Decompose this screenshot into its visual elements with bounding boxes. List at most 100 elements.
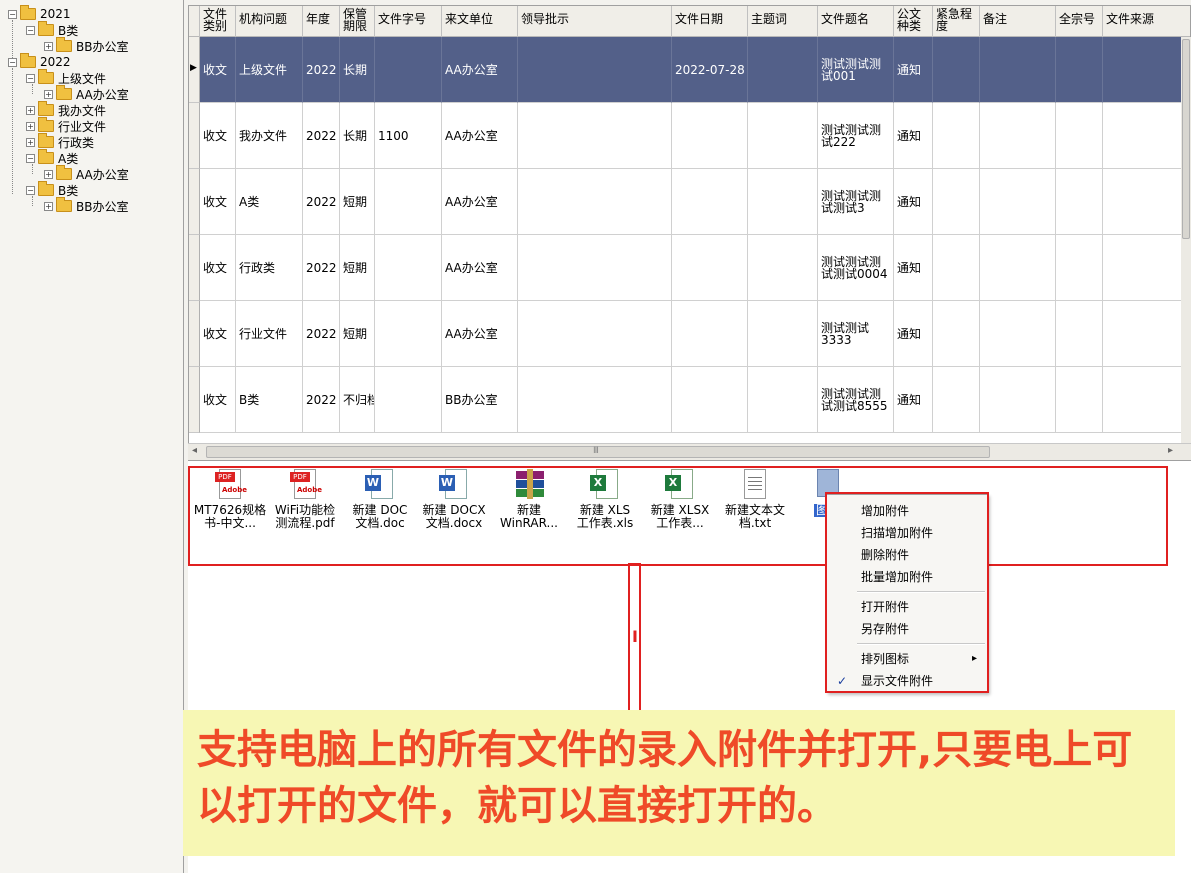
tree-node-2022-industry[interactable]: + 行业文件 bbox=[26, 117, 106, 134]
table-cell[interactable]: 2022 bbox=[303, 367, 340, 433]
table-cell[interactable] bbox=[672, 235, 748, 301]
table-cell[interactable] bbox=[1103, 235, 1190, 301]
table-cell[interactable] bbox=[518, 301, 672, 367]
column-header[interactable]: 机构问题 bbox=[236, 6, 303, 37]
tree-node-2022-a[interactable]: − A类 bbox=[26, 149, 78, 166]
tree-node-2022-b[interactable]: − B类 bbox=[26, 181, 78, 198]
row-selector[interactable] bbox=[189, 169, 200, 235]
table-cell[interactable]: 短期 bbox=[340, 235, 375, 301]
table-cell[interactable]: 1100 bbox=[375, 103, 442, 169]
table-cell[interactable]: AA办公室 bbox=[442, 37, 518, 103]
table-cell[interactable] bbox=[1056, 37, 1103, 103]
table-cell[interactable] bbox=[980, 37, 1056, 103]
table-cell[interactable]: 2022 bbox=[303, 169, 340, 235]
collapse-toggle-icon[interactable]: − bbox=[26, 25, 35, 35]
expand-toggle-icon[interactable]: + bbox=[44, 169, 53, 179]
table-cell[interactable] bbox=[375, 301, 442, 367]
table-cell[interactable]: 长期 bbox=[340, 37, 375, 103]
tree-node-2022-superior[interactable]: − 上级文件 bbox=[26, 69, 106, 86]
collapse-toggle-icon[interactable]: − bbox=[26, 185, 35, 195]
table-cell[interactable]: 2022 bbox=[303, 37, 340, 103]
scroll-right-icon[interactable]: ▸ bbox=[1168, 445, 1173, 456]
table-cell[interactable] bbox=[1056, 103, 1103, 169]
table-cell[interactable] bbox=[933, 103, 980, 169]
row-selector[interactable] bbox=[189, 367, 200, 433]
table-cell[interactable]: 我办文件 bbox=[236, 103, 303, 169]
row-selector[interactable] bbox=[189, 103, 200, 169]
table-cell[interactable]: 收文 bbox=[200, 235, 236, 301]
collapse-toggle-icon[interactable]: − bbox=[8, 57, 17, 67]
tree-node-2022-superior-aa[interactable]: + AA办公室 bbox=[44, 85, 129, 102]
table-cell[interactable] bbox=[518, 367, 672, 433]
table-cell[interactable]: 收文 bbox=[200, 367, 236, 433]
table-cell[interactable]: 测试测试测 试测试0004 bbox=[818, 235, 894, 301]
table-cell[interactable]: 长期 bbox=[340, 103, 375, 169]
table-cell[interactable] bbox=[980, 301, 1056, 367]
tree-node-2022-b-bb[interactable]: + BB办公室 bbox=[44, 197, 128, 214]
table-cell[interactable]: 短期 bbox=[340, 301, 375, 367]
table-cell[interactable]: AA办公室 bbox=[442, 103, 518, 169]
table-cell[interactable]: 测试测试测 试测试8555 bbox=[818, 367, 894, 433]
table-cell[interactable] bbox=[1056, 235, 1103, 301]
table-cell[interactable]: 行业文件 bbox=[236, 301, 303, 367]
tree-node-2022[interactable]: − 2022 bbox=[8, 53, 71, 70]
tree-node-2022-admin[interactable]: + 行政类 bbox=[26, 133, 94, 150]
table-cell[interactable] bbox=[518, 103, 672, 169]
table-cell[interactable] bbox=[748, 37, 818, 103]
table-cell[interactable] bbox=[375, 235, 442, 301]
table-cell[interactable] bbox=[933, 169, 980, 235]
tree-node-2021-b-bb[interactable]: + BB办公室 bbox=[44, 37, 128, 54]
expand-toggle-icon[interactable]: + bbox=[44, 89, 53, 99]
row-selector[interactable] bbox=[189, 301, 200, 367]
table-cell[interactable]: 不归档 bbox=[340, 367, 375, 433]
column-header[interactable]: 备注 bbox=[980, 6, 1056, 37]
table-cell[interactable]: 收文 bbox=[200, 37, 236, 103]
table-cell[interactable] bbox=[518, 169, 672, 235]
table-cell[interactable] bbox=[672, 103, 748, 169]
table-cell[interactable] bbox=[933, 37, 980, 103]
expand-toggle-icon[interactable]: + bbox=[44, 41, 53, 51]
table-cell[interactable] bbox=[672, 301, 748, 367]
column-header[interactable]: 保管 期限 bbox=[340, 6, 375, 37]
table-cell[interactable]: A类 bbox=[236, 169, 303, 235]
vertical-scrollbar[interactable] bbox=[1181, 37, 1191, 443]
table-cell[interactable] bbox=[1103, 103, 1190, 169]
collapse-toggle-icon[interactable]: − bbox=[26, 73, 35, 83]
column-header[interactable]: 紧急程 度 bbox=[933, 6, 980, 37]
table-cell[interactable] bbox=[933, 367, 980, 433]
table-cell[interactable] bbox=[1103, 169, 1190, 235]
collapse-toggle-icon[interactable]: − bbox=[26, 153, 35, 163]
table-cell[interactable]: 测试测试 3333 bbox=[818, 301, 894, 367]
column-header[interactable]: 来文单位 bbox=[442, 6, 518, 37]
table-cell[interactable] bbox=[518, 37, 672, 103]
table-cell[interactable] bbox=[672, 367, 748, 433]
tree-node-2022-a-aa[interactable]: + AA办公室 bbox=[44, 165, 129, 182]
table-cell[interactable] bbox=[672, 169, 748, 235]
table-cell[interactable]: 通知 bbox=[894, 367, 933, 433]
tree-node-2021[interactable]: − 2021 bbox=[8, 5, 71, 22]
row-selector[interactable]: ▶ bbox=[189, 37, 200, 103]
table-cell[interactable] bbox=[980, 367, 1056, 433]
table-cell[interactable] bbox=[1103, 37, 1190, 103]
expand-toggle-icon[interactable]: + bbox=[26, 105, 35, 115]
column-header[interactable]: 文件来源 bbox=[1103, 6, 1190, 37]
table-cell[interactable]: 通知 bbox=[894, 235, 933, 301]
table-cell[interactable] bbox=[980, 103, 1056, 169]
table-cell[interactable]: 上级文件 bbox=[236, 37, 303, 103]
table-cell[interactable] bbox=[748, 169, 818, 235]
table-cell[interactable] bbox=[1103, 367, 1190, 433]
horizontal-scrollbar[interactable]: ◂ III ▸ bbox=[188, 443, 1191, 460]
table-cell[interactable] bbox=[1056, 169, 1103, 235]
table-cell[interactable]: 收文 bbox=[200, 169, 236, 235]
table-cell[interactable] bbox=[933, 301, 980, 367]
table-cell[interactable]: BB办公室 bbox=[442, 367, 518, 433]
table-cell[interactable] bbox=[748, 367, 818, 433]
collapse-toggle-icon[interactable]: − bbox=[8, 9, 17, 19]
table-cell[interactable] bbox=[980, 235, 1056, 301]
table-cell[interactable] bbox=[1056, 301, 1103, 367]
table-cell[interactable]: 2022-07-28 bbox=[672, 37, 748, 103]
table-cell[interactable] bbox=[518, 235, 672, 301]
table-cell[interactable]: 收文 bbox=[200, 103, 236, 169]
column-header[interactable]: 领导批示 bbox=[518, 6, 672, 37]
expand-toggle-icon[interactable]: + bbox=[44, 201, 53, 211]
